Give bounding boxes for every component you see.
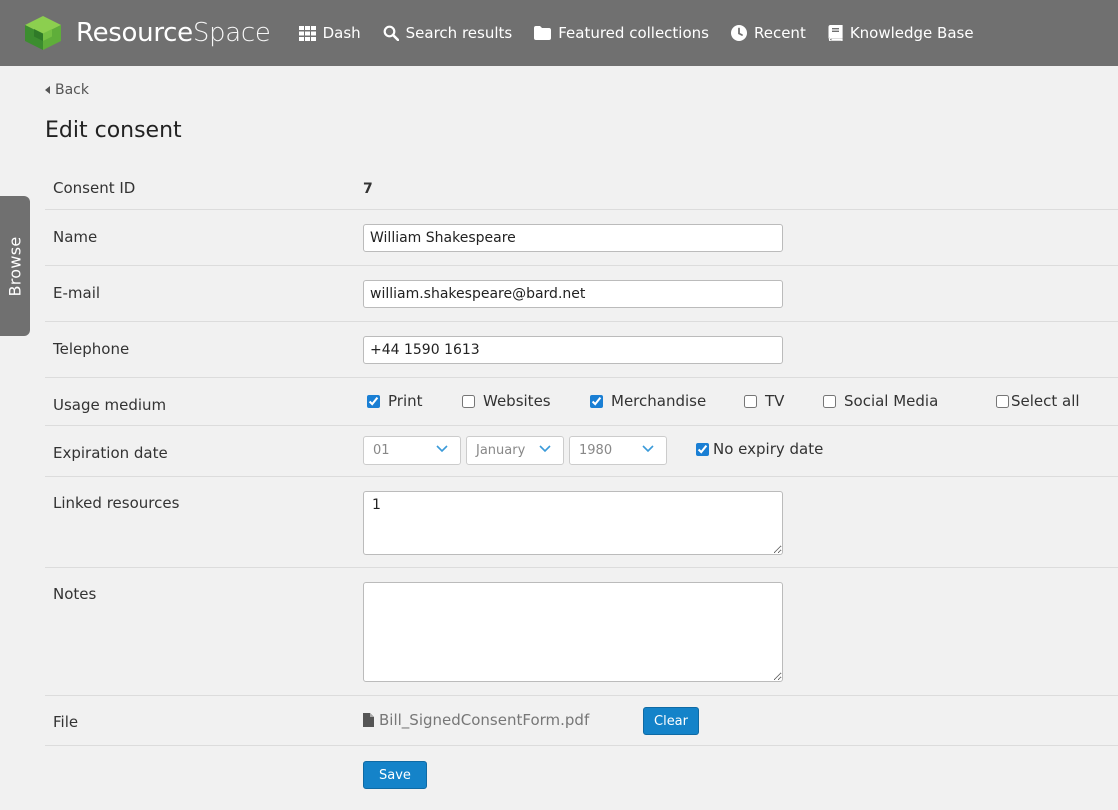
nav-recent[interactable]: Recent: [730, 24, 806, 42]
row-save: Save: [45, 746, 1118, 806]
email-input[interactable]: [363, 280, 783, 308]
logo-cube-icon: [25, 16, 61, 50]
row-file: File Bill_SignedConsentForm.pdf Clear: [45, 696, 1118, 746]
back-link[interactable]: Back: [45, 82, 89, 98]
nav-knowledge-label: Knowledge Base: [849, 24, 974, 42]
chevron-down-icon: [436, 445, 448, 453]
search-icon: [383, 25, 399, 41]
select-all-checkbox[interactable]: [996, 394, 1009, 408]
clock-icon: [730, 25, 747, 41]
linked-resources-textarea[interactable]: 1: [363, 491, 783, 555]
usage-social-media-checkbox[interactable]: [823, 394, 836, 408]
email-label: E-mail: [53, 284, 101, 302]
browse-tab[interactable]: Browse: [0, 196, 30, 336]
resourcespace-logo[interactable]: ResourceSpace: [24, 15, 271, 51]
row-consent-id: Consent ID 7: [45, 162, 1118, 210]
usage-print-checkbox[interactable]: [367, 394, 380, 408]
row-name: Name: [45, 210, 1118, 266]
edit-consent-form: Consent ID 7 Name E-mail Telephone Usage…: [45, 162, 1118, 806]
nav-search-label: Search results: [405, 24, 513, 42]
row-telephone: Telephone: [45, 322, 1118, 378]
save-button[interactable]: Save: [363, 761, 427, 789]
usage-websites-checkbox[interactable]: [462, 394, 475, 408]
consent-id-value: 7: [363, 181, 373, 197]
notes-label: Notes: [53, 585, 97, 603]
chevron-down-icon: [539, 445, 551, 453]
nav-dash[interactable]: Dash: [298, 24, 361, 42]
row-linked-resources: Linked resources 1: [45, 477, 1118, 568]
clear-button[interactable]: Clear: [643, 707, 699, 735]
nav-search-results[interactable]: Search results: [383, 24, 513, 42]
caret-left-icon: [45, 86, 50, 94]
chevron-down-icon: [642, 445, 654, 453]
no-expiry-checkbox[interactable]: [696, 442, 709, 456]
usage-print-option[interactable]: Print: [367, 392, 423, 410]
folder-icon: [534, 26, 552, 40]
book-icon: [828, 25, 843, 41]
telephone-input[interactable]: [363, 336, 783, 364]
nav-featured-collections[interactable]: Featured collections: [534, 24, 709, 42]
consent-id-label: Consent ID: [53, 179, 136, 197]
logo-text: ResourceSpace: [76, 18, 271, 48]
nav-recent-label: Recent: [753, 24, 806, 42]
nav-featured-label: Featured collections: [558, 24, 709, 42]
no-expiry-option[interactable]: No expiry date: [696, 440, 823, 458]
row-notes: Notes: [45, 568, 1118, 696]
usage-select-all-option[interactable]: Select all: [996, 392, 1080, 410]
file-link[interactable]: Bill_SignedConsentForm.pdf: [363, 711, 589, 729]
expiry-month-select[interactable]: January: [466, 436, 564, 465]
expiration-date-label: Expiration date: [53, 444, 168, 462]
usage-merchandise-checkbox[interactable]: [590, 394, 603, 408]
usage-tv-checkbox[interactable]: [744, 394, 757, 408]
name-label: Name: [53, 228, 98, 246]
name-input[interactable]: [363, 224, 783, 252]
usage-websites-option[interactable]: Websites: [462, 392, 551, 410]
browse-tab-label: Browse: [5, 235, 25, 297]
page-title: Edit consent: [45, 118, 182, 143]
nav-dash-label: Dash: [322, 24, 361, 42]
row-email: E-mail: [45, 266, 1118, 322]
usage-tv-option[interactable]: TV: [744, 392, 784, 410]
row-expiration-date: Expiration date 01 January 1980 No expir…: [45, 426, 1118, 477]
file-name: Bill_SignedConsentForm.pdf: [379, 711, 590, 729]
file-icon: [363, 713, 374, 727]
row-usage-medium: Usage medium Print Websites Merchandise …: [45, 378, 1118, 426]
usage-merchandise-option[interactable]: Merchandise: [590, 392, 706, 410]
usage-medium-label: Usage medium: [53, 396, 167, 414]
top-header: ResourceSpace Dash Search results Featur…: [0, 0, 1118, 66]
main-nav: Dash Search results Featured collections…: [298, 24, 996, 42]
grid-icon: [298, 25, 316, 41]
nav-knowledge-base[interactable]: Knowledge Base: [828, 24, 974, 42]
file-label: File: [53, 713, 79, 731]
back-label: Back: [55, 82, 89, 98]
usage-social-media-option[interactable]: Social Media: [823, 392, 938, 410]
telephone-label: Telephone: [53, 340, 130, 358]
linked-resources-label: Linked resources: [53, 494, 180, 512]
expiry-day-select[interactable]: 01: [363, 436, 461, 465]
expiry-year-select[interactable]: 1980: [569, 436, 667, 465]
notes-textarea[interactable]: [363, 582, 783, 682]
